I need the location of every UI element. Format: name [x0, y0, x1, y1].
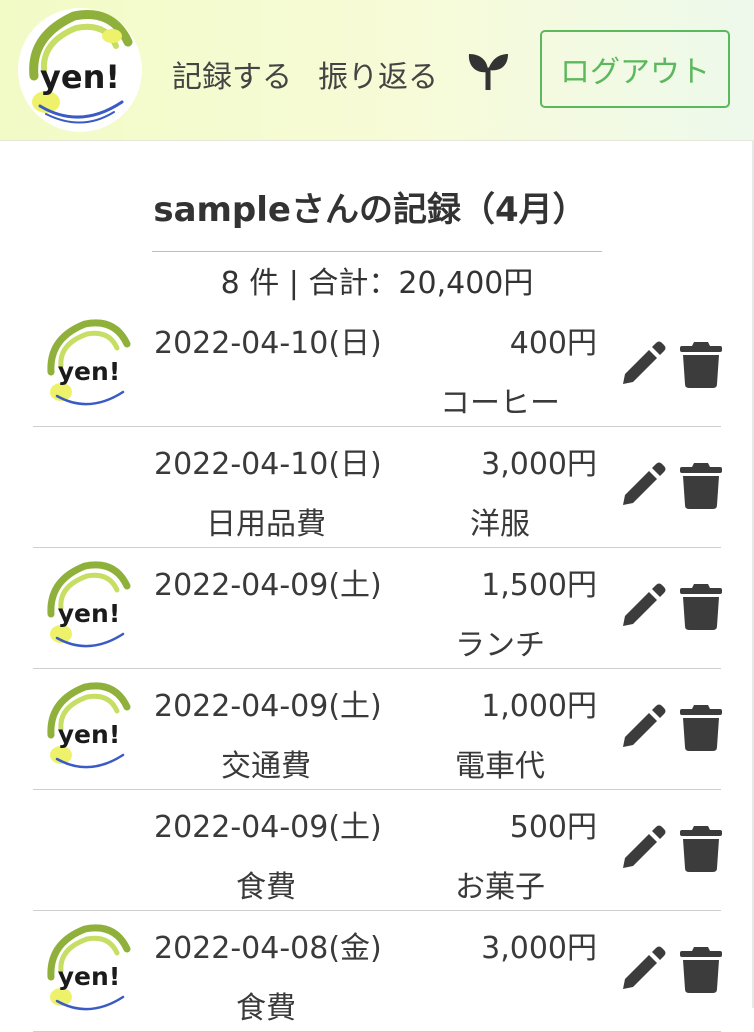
record-memo: 洋服 [470, 507, 530, 542]
record-memo: ランチ [455, 628, 545, 663]
record-date: 2022-04-09(土) [154, 568, 382, 603]
record-date: 2022-04-09(土) [154, 810, 382, 845]
svg-text:yen!: yen! [58, 599, 120, 628]
record-category: 食費 [236, 870, 296, 905]
record-image[interactable]: yen! [39, 558, 139, 658]
record-row: 2022-04-09(土) 500円 食費 お菓子 [33, 790, 722, 911]
record-image[interactable]: yen! [39, 316, 139, 416]
record-memo: お菓子 [455, 870, 545, 905]
record-image[interactable]: yen! [39, 921, 139, 1021]
svg-text:yen!: yen! [58, 962, 120, 991]
pencil-icon[interactable] [619, 582, 667, 630]
page-title: sampleさんの記録（4月） [153, 190, 587, 230]
nav-review-link[interactable]: 振り返る [318, 52, 438, 96]
pencil-icon[interactable] [619, 703, 667, 751]
app-header: yen! 記録する 振り返る ログアウト [0, 0, 754, 141]
svg-text:yen!: yen! [58, 357, 120, 386]
record-amount: 3,000円 [481, 447, 597, 482]
record-date: 2022-04-10(日) [154, 447, 382, 482]
record-date: 2022-04-08(金) [154, 931, 382, 966]
record-category: 日用品費 [206, 507, 326, 542]
record-amount: 1,000円 [481, 689, 597, 724]
trash-icon[interactable] [680, 824, 722, 872]
record-amount: 400円 [509, 326, 597, 361]
records-summary: 8 件 | 合計：20,400円 [220, 266, 534, 301]
nav-record-link[interactable]: 記録する [172, 52, 292, 96]
logout-button[interactable]: ログアウト [540, 30, 730, 108]
svg-text:yen!: yen! [58, 720, 120, 749]
sprout-icon[interactable] [466, 52, 510, 90]
trash-icon[interactable] [680, 340, 722, 388]
record-memo: コーヒー [440, 386, 560, 421]
trash-icon[interactable] [680, 582, 722, 630]
yen-logo[interactable]: yen! [16, 6, 144, 134]
record-row: yen! 2022-04-10(日) 400円 コーヒー [33, 306, 722, 427]
record-amount: 1,500円 [481, 568, 597, 603]
record-row: yen! 2022-04-09(土) 1,000円 交通費 電車代 [33, 669, 722, 790]
records-list: yen! 2022-04-10(日) 400円 コーヒー 2022-04-10(… [33, 306, 722, 1032]
record-row: yen! 2022-04-09(土) 1,500円 ランチ [33, 548, 722, 669]
record-row: 2022-04-10(日) 3,000円 日用品費 洋服 [33, 427, 722, 548]
pencil-icon[interactable] [619, 945, 667, 993]
record-image[interactable]: yen! [39, 679, 139, 779]
record-amount: 500円 [509, 810, 597, 845]
trash-icon[interactable] [680, 703, 722, 751]
record-date: 2022-04-10(日) [154, 326, 382, 361]
record-memo: 電車代 [455, 749, 545, 784]
record-category: 交通費 [221, 749, 311, 784]
record-row: yen! 2022-04-08(金) 3,000円 食費 [33, 911, 722, 1032]
record-date: 2022-04-09(土) [154, 689, 382, 724]
trash-icon[interactable] [680, 945, 722, 993]
svg-text:yen!: yen! [40, 58, 120, 96]
pencil-icon[interactable] [619, 461, 667, 509]
trash-icon[interactable] [680, 461, 722, 509]
record-category: 食費 [236, 991, 296, 1026]
title-divider [152, 251, 602, 252]
pencil-icon[interactable] [619, 824, 667, 872]
pencil-icon[interactable] [619, 340, 667, 388]
record-amount: 3,000円 [481, 931, 597, 966]
